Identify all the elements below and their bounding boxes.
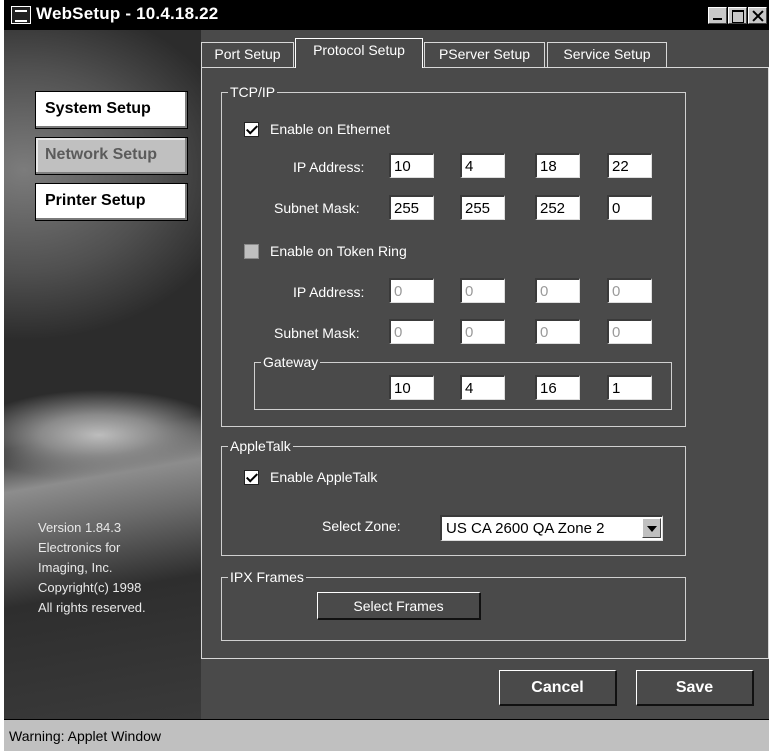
ethernet-ip-octet-1[interactable] xyxy=(389,153,434,178)
zone-select-value: US CA 2600 QA Zone 2 xyxy=(446,520,605,537)
ethernet-mask-octet-3[interactable] xyxy=(535,195,580,220)
version-info: Version 1.84.3 Electronics for Imaging, … xyxy=(38,518,146,618)
tcpip-legend: TCP/IP xyxy=(228,83,278,101)
version-line: Imaging, Inc. xyxy=(38,560,113,575)
status-text: Warning: Applet Window xyxy=(9,728,161,744)
maximize-button[interactable] xyxy=(728,7,747,24)
tab-protocol-setup[interactable]: Protocol Setup xyxy=(295,38,423,68)
ipx-frames-legend: IPX Frames xyxy=(228,568,306,586)
enable-ethernet-label: Enable on Ethernet xyxy=(270,121,390,137)
appletalk-legend: AppleTalk xyxy=(228,437,293,455)
ethernet-mask-octet-2[interactable] xyxy=(460,195,505,220)
ethernet-ip-octet-3[interactable] xyxy=(535,153,580,178)
ethernet-ip-octet-4[interactable] xyxy=(607,153,652,178)
zone-select[interactable]: US CA 2600 QA Zone 2 xyxy=(440,515,663,541)
close-button[interactable] xyxy=(748,7,767,24)
app-icon xyxy=(11,6,31,24)
token-ring-mask-label: Subnet Mask: xyxy=(274,325,360,341)
select-frames-button[interactable]: Select Frames xyxy=(317,592,481,620)
token-ring-ip-octet-4[interactable] xyxy=(607,278,652,303)
version-line: All rights reserved. xyxy=(38,600,146,615)
token-ring-mask-octet-3[interactable] xyxy=(535,319,580,344)
version-line: Version 1.84.3 xyxy=(38,520,122,535)
gateway-octet-4[interactable] xyxy=(607,375,652,400)
gateway-legend: Gateway xyxy=(261,353,321,371)
select-zone-label: Select Zone: xyxy=(322,518,401,534)
network-setup-button[interactable]: Network Setup xyxy=(35,137,188,175)
ethernet-ip-label: IP Address: xyxy=(293,159,365,175)
tab-service-setup[interactable]: Service Setup xyxy=(547,42,667,67)
chevron-down-icon[interactable] xyxy=(642,518,661,538)
left-panel: System Setup Network Setup Printer Setup… xyxy=(4,30,201,719)
enable-token-ring-label: Enable on Token Ring xyxy=(270,243,407,259)
gateway-octet-1[interactable] xyxy=(389,375,434,400)
system-setup-button[interactable]: System Setup xyxy=(35,91,188,129)
ethernet-mask-octet-1[interactable] xyxy=(389,195,434,220)
token-ring-mask-octet-2[interactable] xyxy=(460,319,505,344)
version-line: Electronics for xyxy=(38,540,121,555)
tab-pserver-setup[interactable]: PServer Setup xyxy=(424,42,545,67)
gateway-octet-3[interactable] xyxy=(535,375,580,400)
token-ring-ip-octet-1[interactable] xyxy=(389,278,434,303)
enable-token-ring-checkbox[interactable] xyxy=(244,244,259,259)
token-ring-ip-octet-2[interactable] xyxy=(460,278,505,303)
gateway-octet-2[interactable] xyxy=(460,375,505,400)
save-button[interactable]: Save xyxy=(636,670,754,706)
status-bar: Warning: Applet Window xyxy=(4,719,769,751)
cancel-button[interactable]: Cancel xyxy=(499,670,617,706)
printer-setup-button[interactable]: Printer Setup xyxy=(35,183,188,221)
ethernet-mask-octet-4[interactable] xyxy=(607,195,652,220)
enable-appletalk-checkbox[interactable] xyxy=(244,470,259,485)
token-ring-ip-octet-3[interactable] xyxy=(535,278,580,303)
token-ring-ip-label: IP Address: xyxy=(293,284,365,300)
title-bar: WebSetup - 10.4.18.22 xyxy=(4,0,769,30)
token-ring-mask-octet-1[interactable] xyxy=(389,319,434,344)
window-title: WebSetup - 10.4.18.22 xyxy=(36,4,219,23)
enable-appletalk-label: Enable AppleTalk xyxy=(270,469,378,485)
ethernet-mask-label: Subnet Mask: xyxy=(274,200,360,216)
applet-window: WebSetup - 10.4.18.22 System Setup Netwo… xyxy=(4,0,769,751)
tab-port-setup[interactable]: Port Setup xyxy=(201,42,294,67)
token-ring-mask-octet-4[interactable] xyxy=(607,319,652,344)
ethernet-ip-octet-2[interactable] xyxy=(460,153,505,178)
version-line: Copyright(c) 1998 xyxy=(38,580,142,595)
enable-ethernet-checkbox[interactable] xyxy=(244,122,259,137)
minimize-button[interactable] xyxy=(708,7,727,24)
